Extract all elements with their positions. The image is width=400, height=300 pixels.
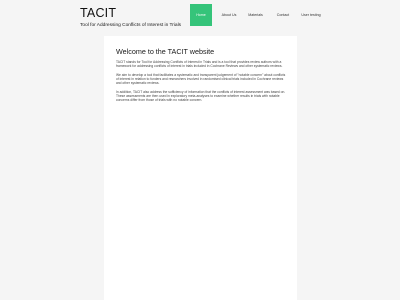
addition-paragraph: In addition, TACIT also address the suff… [116,90,286,103]
nav-item-about-us[interactable]: About Us [216,4,242,26]
site-header: TACIT Tool for Addressing Conflicts of I… [0,0,400,36]
nav-item-contact[interactable]: Contact [269,4,297,26]
nav-item-materials[interactable]: Materials [242,4,269,26]
intro-paragraph: TACIT stands for Tool for Addressing Con… [116,60,283,69]
aim-paragraph: We aim to develop a tool that facilitate… [116,72,286,86]
site-title[interactable]: TACIT [80,7,181,20]
page-title: Welcome to the TACIT website [116,47,215,56]
nav-item-home[interactable]: Home [190,4,212,26]
main-content: Welcome to the TACIT website TACIT stand… [104,36,297,300]
brand[interactable]: TACIT Tool for Addressing Conflicts of I… [80,7,181,29]
main-nav: Home About Us Materials Contact User tes… [190,4,325,26]
nav-item-user-testing[interactable]: User testing [297,4,325,26]
site-subtitle: Tool for Addressing Conflicts of Interes… [80,23,182,28]
